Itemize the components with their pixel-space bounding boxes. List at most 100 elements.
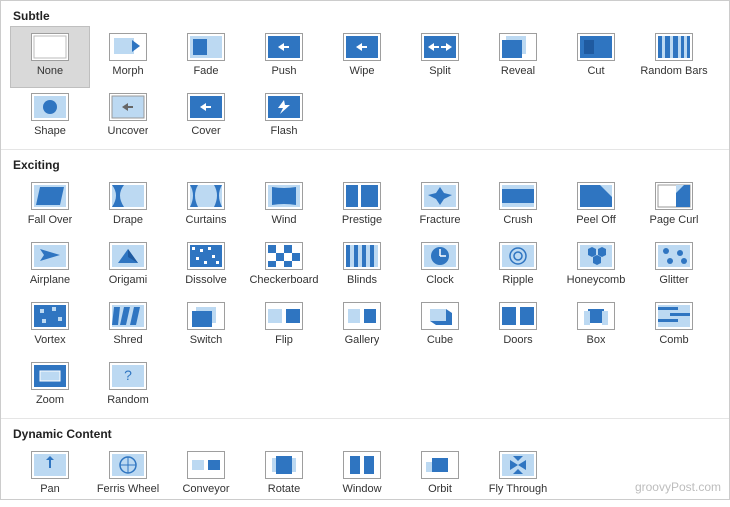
ferris-wheel-icon <box>109 451 147 479</box>
glitter-icon <box>655 242 693 270</box>
transition-label: Window <box>342 483 381 495</box>
curtains-icon <box>187 182 225 210</box>
transition-wind[interactable]: Wind <box>245 176 323 236</box>
transition-cut[interactable]: Cut <box>557 27 635 87</box>
transition-flash[interactable]: Flash <box>245 87 323 147</box>
transition-flip[interactable]: Flip <box>245 296 323 356</box>
transition-label: Random <box>107 394 149 406</box>
transition-fade[interactable]: Fade <box>167 27 245 87</box>
uncover-icon <box>109 93 147 121</box>
section-dynamic-content: Dynamic Content Pan Ferris WheelConveyorRo… <box>1 418 729 507</box>
transition-clock[interactable]: Clock <box>401 236 479 296</box>
transition-label: Gallery <box>345 334 380 346</box>
vortex-icon <box>31 302 69 330</box>
transition-fracture[interactable]: Fracture <box>401 176 479 236</box>
transition-push[interactable]: Push <box>245 27 323 87</box>
transition-grid: Fall Over Drape CurtainsWindPrestigeFractu… <box>11 176 719 416</box>
transition-label: Zoom <box>36 394 64 406</box>
morph-icon <box>109 33 147 61</box>
transition-drape[interactable]: Drape <box>89 176 167 236</box>
transition-random-bars[interactable]: Random Bars <box>635 27 713 87</box>
section-title: Dynamic Content <box>11 425 719 445</box>
transition-label: Honeycomb <box>567 274 626 286</box>
transition-label: Shape <box>34 125 66 137</box>
transition-wipe[interactable]: Wipe <box>323 27 401 87</box>
transition-rotate[interactable]: Rotate <box>245 445 323 505</box>
transition-fly-through[interactable]: Fly Through <box>479 445 557 505</box>
page-curl-icon <box>655 182 693 210</box>
transition-label: Fade <box>193 65 218 77</box>
transition-label: Drape <box>113 214 143 226</box>
transition-checkerboard[interactable]: Checkerboard <box>245 236 323 296</box>
transition-gallery[interactable]: Gallery <box>323 296 401 356</box>
transition-dissolve[interactable]: Dissolve <box>167 236 245 296</box>
transition-airplane[interactable]: Airplane <box>11 236 89 296</box>
transition-label: Switch <box>190 334 222 346</box>
transition-zoom[interactable]: Zoom <box>11 356 89 416</box>
cube-icon <box>421 302 459 330</box>
transition-fall-over[interactable]: Fall Over <box>11 176 89 236</box>
transition-switch[interactable]: Switch <box>167 296 245 356</box>
transition-crush[interactable]: Crush <box>479 176 557 236</box>
wipe-icon <box>343 33 381 61</box>
zoom-icon <box>31 362 69 390</box>
transition-label: Clock <box>426 274 454 286</box>
transition-peel-off[interactable]: Peel Off <box>557 176 635 236</box>
transition-label: Fly Through <box>489 483 548 495</box>
transition-label: Pan <box>40 483 60 495</box>
transition-conveyor[interactable]: Conveyor <box>167 445 245 505</box>
transition-label: Fall Over <box>28 214 73 226</box>
section-exciting: ExcitingFall OverDrapeCurtainsWindPresti… <box>1 149 729 418</box>
transition-reveal[interactable]: Reveal <box>479 27 557 87</box>
blinds-icon <box>343 242 381 270</box>
section-subtle: Subtle None Morph Fade Push WipeSplitReveal Cu… <box>1 1 729 149</box>
transition-label: Cut <box>587 65 604 77</box>
transition-none[interactable]: None <box>11 27 89 87</box>
transition-ripple[interactable]: Ripple <box>479 236 557 296</box>
transition-morph[interactable]: Morph <box>89 27 167 87</box>
transition-prestige[interactable]: Prestige <box>323 176 401 236</box>
transition-label: Origami <box>109 274 148 286</box>
transition-label: Push <box>271 65 296 77</box>
gallery-icon <box>343 302 381 330</box>
transition-cover[interactable]: Cover <box>167 87 245 147</box>
transition-orbit[interactable]: Orbit <box>401 445 479 505</box>
transition-label: Crush <box>503 214 532 226</box>
section-title: Subtle <box>11 7 719 27</box>
transition-honeycomb[interactable]: Honeycomb <box>557 236 635 296</box>
transition-ferris-wheel[interactable]: Ferris Wheel <box>89 445 167 505</box>
transition-random[interactable]: ?Random <box>89 356 167 416</box>
transition-label: Checkerboard <box>249 274 318 286</box>
watermark: groovyPost.com <box>635 480 721 494</box>
transition-curtains[interactable]: Curtains <box>167 176 245 236</box>
transition-comb[interactable]: Comb <box>635 296 713 356</box>
transition-shred[interactable]: Shred <box>89 296 167 356</box>
switch-icon <box>187 302 225 330</box>
transition-label: Vortex <box>34 334 65 346</box>
transition-vortex[interactable]: Vortex <box>11 296 89 356</box>
transition-box[interactable]: Box <box>557 296 635 356</box>
flash-icon <box>265 93 303 121</box>
transition-label: Flip <box>275 334 293 346</box>
transition-shape[interactable]: Shape <box>11 87 89 147</box>
checkerboard-icon <box>265 242 303 270</box>
transition-split[interactable]: Split <box>401 27 479 87</box>
transition-origami[interactable]: Origami <box>89 236 167 296</box>
transition-pan[interactable]: Pan <box>11 445 89 505</box>
transition-label: Cube <box>427 334 453 346</box>
transition-label: Comb <box>659 334 688 346</box>
transition-blinds[interactable]: Blinds <box>323 236 401 296</box>
cut-icon <box>577 33 615 61</box>
transition-label: Page Curl <box>650 214 699 226</box>
pan-icon <box>31 451 69 479</box>
transition-label: None <box>37 65 63 77</box>
transition-window[interactable]: Window <box>323 445 401 505</box>
transition-page-curl[interactable]: Page Curl <box>635 176 713 236</box>
transition-label: Ripple <box>502 274 533 286</box>
transition-uncover[interactable]: Uncover <box>89 87 167 147</box>
transition-doors[interactable]: Doors <box>479 296 557 356</box>
random-bars-icon <box>655 33 693 61</box>
transition-glitter[interactable]: Glitter <box>635 236 713 296</box>
transition-cube[interactable]: Cube <box>401 296 479 356</box>
transition-label: Uncover <box>108 125 149 137</box>
